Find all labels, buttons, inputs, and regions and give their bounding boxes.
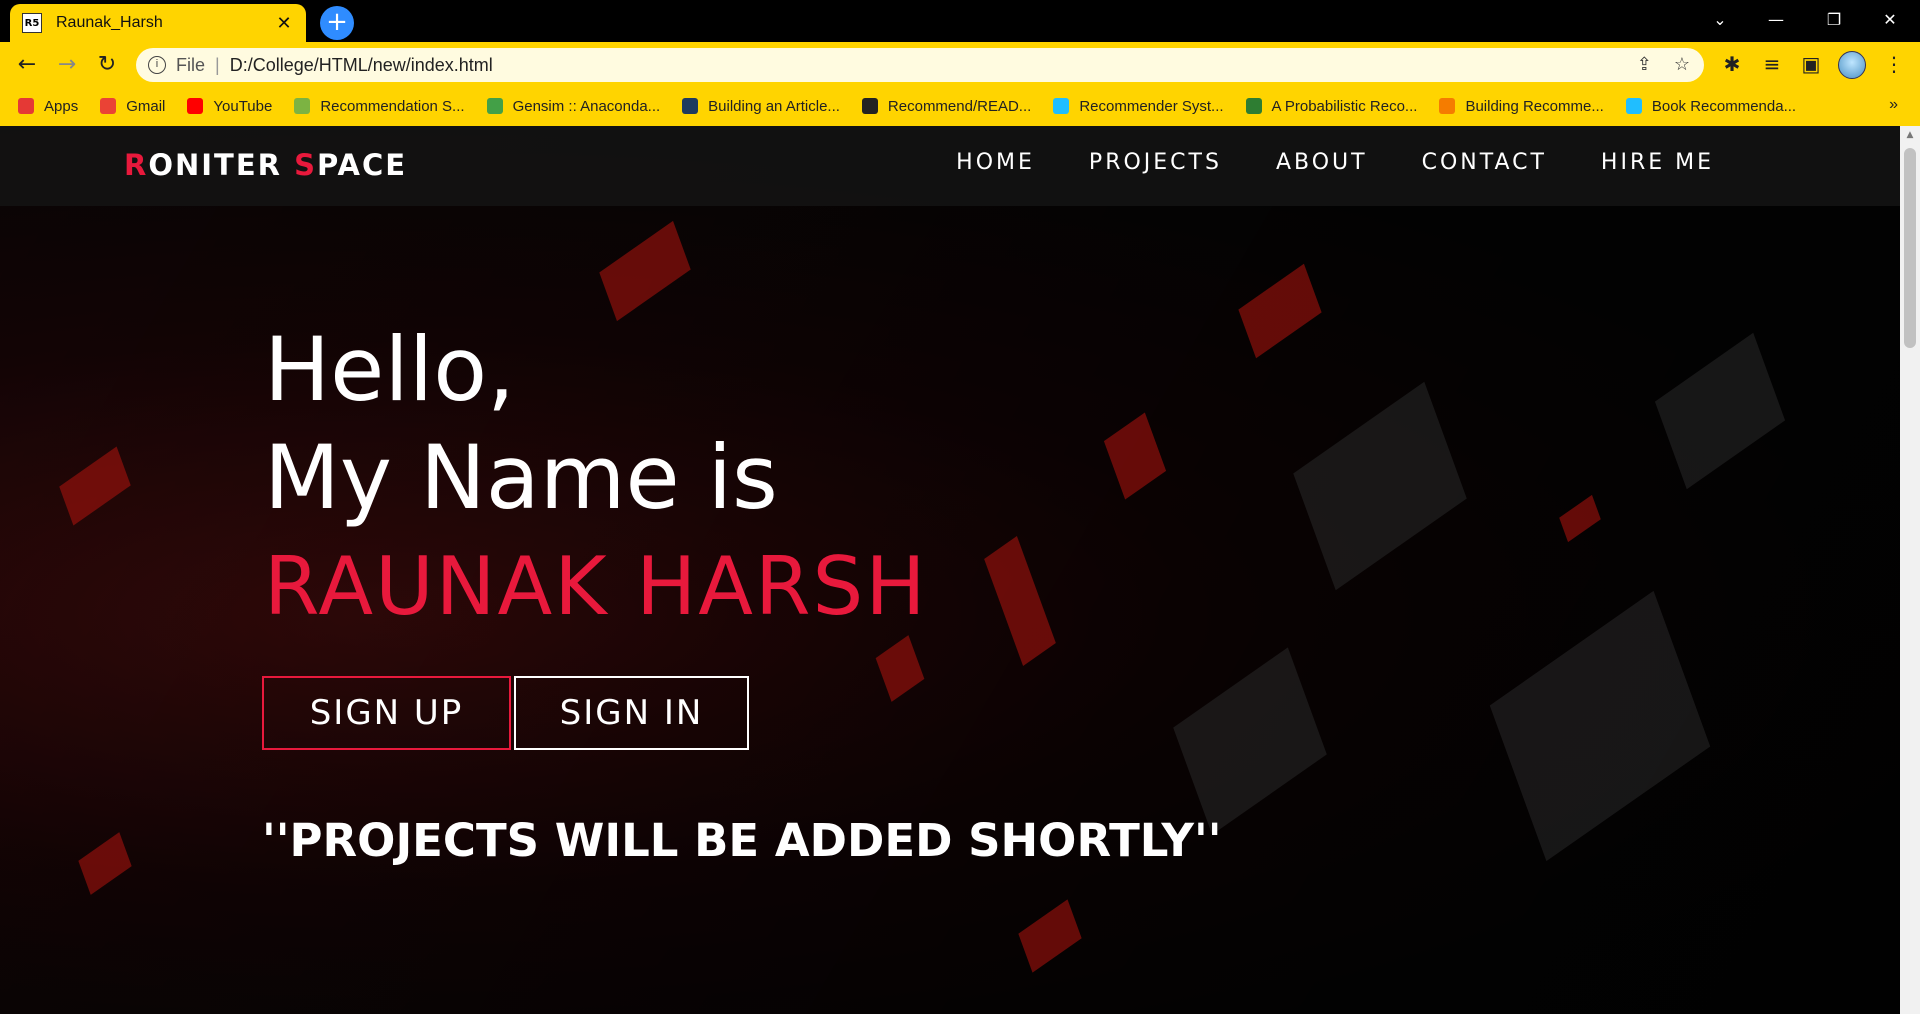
minimize-button[interactable]: — [1748,0,1804,38]
apps-grid-icon [18,98,34,114]
bg-decor [1654,332,1786,490]
bookmarks-bar: Apps Gmail YouTube Recommendation S... G… [0,86,1920,126]
scroll-up-arrow-icon[interactable]: ▲ [1900,130,1920,140]
nav-about[interactable]: ABOUT [1276,150,1368,175]
bg-decor [59,446,131,526]
gmail-icon [100,98,117,114]
hero-heading: Hello, My Name is RAUNAK HARSH [264,316,928,642]
hero-intro: My Name is [264,426,778,529]
browser-titlebar: R5 Raunak_Harsh ✕ + ⌄ — ❐ ✕ [0,0,1920,42]
bookmark-gensim[interactable]: Gensim :: Anaconda... [486,97,661,115]
youtube-icon [187,98,204,114]
tab-search-icon[interactable]: ⌄ [1692,0,1748,38]
bg-decor [1293,381,1467,591]
bookmark-building-recomme[interactable]: Building Recomme... [1439,97,1604,115]
site-info-icon[interactable]: i [148,56,166,74]
bookmark-recommendation[interactable]: Recommendation S... [294,97,465,115]
new-tab-button[interactable]: + [320,6,354,40]
forward-button[interactable]: → [52,49,82,79]
tab-close-icon[interactable]: ✕ [274,13,294,34]
bookmark-label: YouTube [213,97,273,115]
hero-name: RAUNAK HARSH [264,540,928,633]
site-menu: HOME PROJECTS ABOUT CONTACT HIRE ME [956,150,1714,175]
github-icon [861,98,878,114]
bookmark-building-article[interactable]: Building an Article... [682,98,840,115]
browser-tab[interactable]: R5 Raunak_Harsh ✕ [10,4,306,42]
bg-decor [599,220,691,322]
extensions-puzzle-icon[interactable]: ✱ [1718,50,1746,78]
nav-contact[interactable]: CONTACT [1422,150,1547,175]
kaggle-icon [1053,98,1070,114]
side-panel-icon[interactable]: ▣ [1797,50,1825,78]
anaconda-icon [486,98,503,114]
back-button[interactable]: ← [12,49,42,79]
bookmark-label: Building an Article... [708,97,840,115]
bg-decor [1103,412,1167,500]
bookmark-gmail[interactable]: Gmail [100,98,165,115]
tab-favicon: R5 [22,13,42,33]
bg-decor [1559,494,1601,543]
bg-decor [1173,647,1327,835]
site-logo[interactable]: RONITER SPACE [124,148,407,182]
bookmark-label: A Probabilistic Reco... [1271,97,1418,115]
share-icon[interactable]: ⇪ [1637,54,1652,75]
bookmark-label: Building Recomme... [1465,97,1604,115]
bookmark-recommend-read[interactable]: Recommend/READ... [861,97,1032,115]
page-scrollbar[interactable]: ▲ [1900,126,1920,1014]
sign-up-button[interactable]: SIGN UP [262,676,511,750]
bookmark-label: Book Recommenda... [1651,97,1797,115]
bookmark-label: Gensim :: Anaconda... [512,97,661,115]
logo-text-pace: PACE [316,148,408,182]
address-scheme: File [176,54,206,75]
bookmark-label: Recommender Syst... [1079,97,1224,115]
address-url[interactable]: D:/College/HTML/new/index.html [230,55,493,76]
bg-decor [1489,590,1711,862]
bookmark-youtube[interactable]: YouTube [187,98,272,115]
tds-icon [682,98,699,114]
probabilistic-icon [1245,98,1262,114]
nav-projects[interactable]: PROJECTS [1089,150,1222,175]
logo-initial-s: S [294,148,317,182]
scroll-thumb[interactable] [1904,148,1916,348]
browser-toolbar: ← → ↻ i File | D:/College/HTML/new/index… [0,42,1920,86]
nav-hire-me[interactable]: HIRE ME [1601,150,1714,175]
bg-decor [1018,899,1082,973]
bookmark-recommender-syst[interactable]: Recommender Syst... [1053,97,1224,115]
browser-menu-icon[interactable]: ⋮ [1880,50,1908,78]
tab-title: Raunak_Harsh [56,14,163,31]
bookmark-label: Apps [44,97,79,115]
bg-decor [78,832,132,895]
logo-initial-r: R [124,148,149,182]
reading-list-icon[interactable]: ≡ [1758,50,1786,78]
address-bar[interactable]: i File | D:/College/HTML/new/index.html … [136,48,1704,82]
recommendation-icon [294,98,311,114]
kaggle-icon [1625,98,1642,114]
reload-button[interactable]: ↻ [92,49,122,79]
bg-decor [984,536,1056,666]
bookmark-book-recommenda[interactable]: Book Recommenda... [1625,97,1797,115]
bookmark-star-icon[interactable]: ☆ [1674,54,1690,75]
projects-tagline: ''PROJECTS WILL BE ADDED SHORTLY'' [262,814,1222,867]
nav-home[interactable]: HOME [956,150,1035,175]
bookmark-label: Recommendation S... [320,97,465,115]
bg-decor [1238,263,1322,359]
hero-greeting: Hello, [264,318,516,421]
bookmark-label: Recommend/READ... [887,97,1032,115]
page-viewport: RONITER SPACE HOME PROJECTS ABOUT CONTAC… [0,126,1900,1014]
close-window-button[interactable]: ✕ [1862,0,1918,38]
profile-avatar[interactable] [1838,51,1866,79]
address-separator: | [215,54,220,75]
bookmarks-overflow-icon[interactable]: » [1889,96,1898,114]
logo-text-oniter: ONITER [148,148,295,182]
bookmark-probabilistic[interactable]: A Probabilistic Reco... [1245,97,1418,115]
site-navbar: RONITER SPACE HOME PROJECTS ABOUT CONTAC… [0,126,1900,206]
restore-button[interactable]: ❐ [1806,0,1862,38]
bookmark-apps[interactable]: Apps [18,98,78,115]
bg-decor [875,635,925,702]
building-icon [1439,98,1456,114]
bookmark-label: Gmail [126,97,166,115]
sign-in-button[interactable]: SIGN IN [514,676,749,750]
